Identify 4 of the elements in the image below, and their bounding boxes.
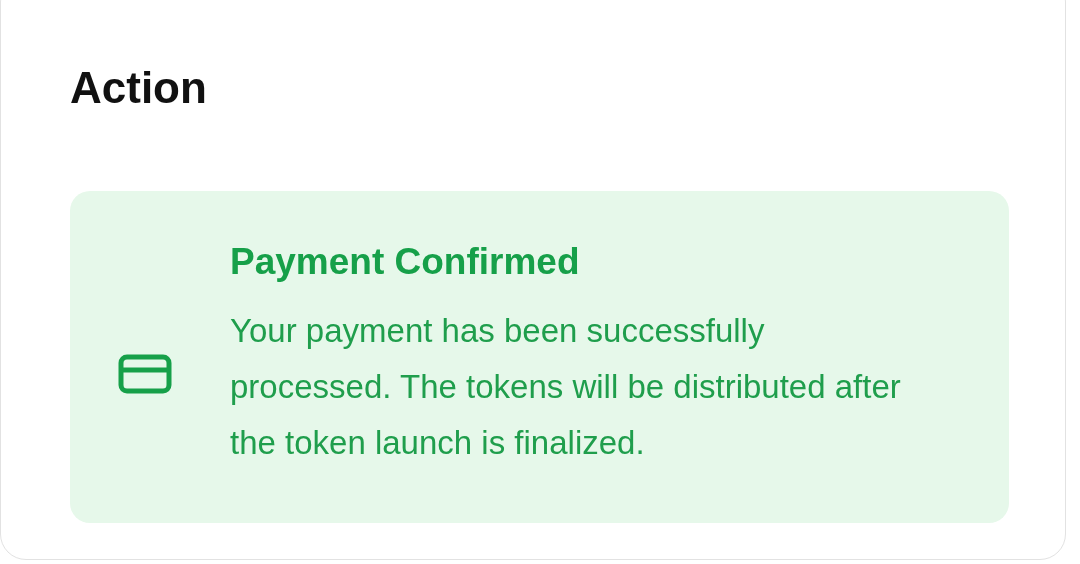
notice-title: Payment Confirmed xyxy=(230,241,581,283)
section-title: Action xyxy=(70,63,208,113)
notice-message: Your payment has been successfully processed. The tokens will be distributed after the token launch is finalized. xyxy=(230,311,902,463)
credit-card-icon xyxy=(118,354,172,394)
